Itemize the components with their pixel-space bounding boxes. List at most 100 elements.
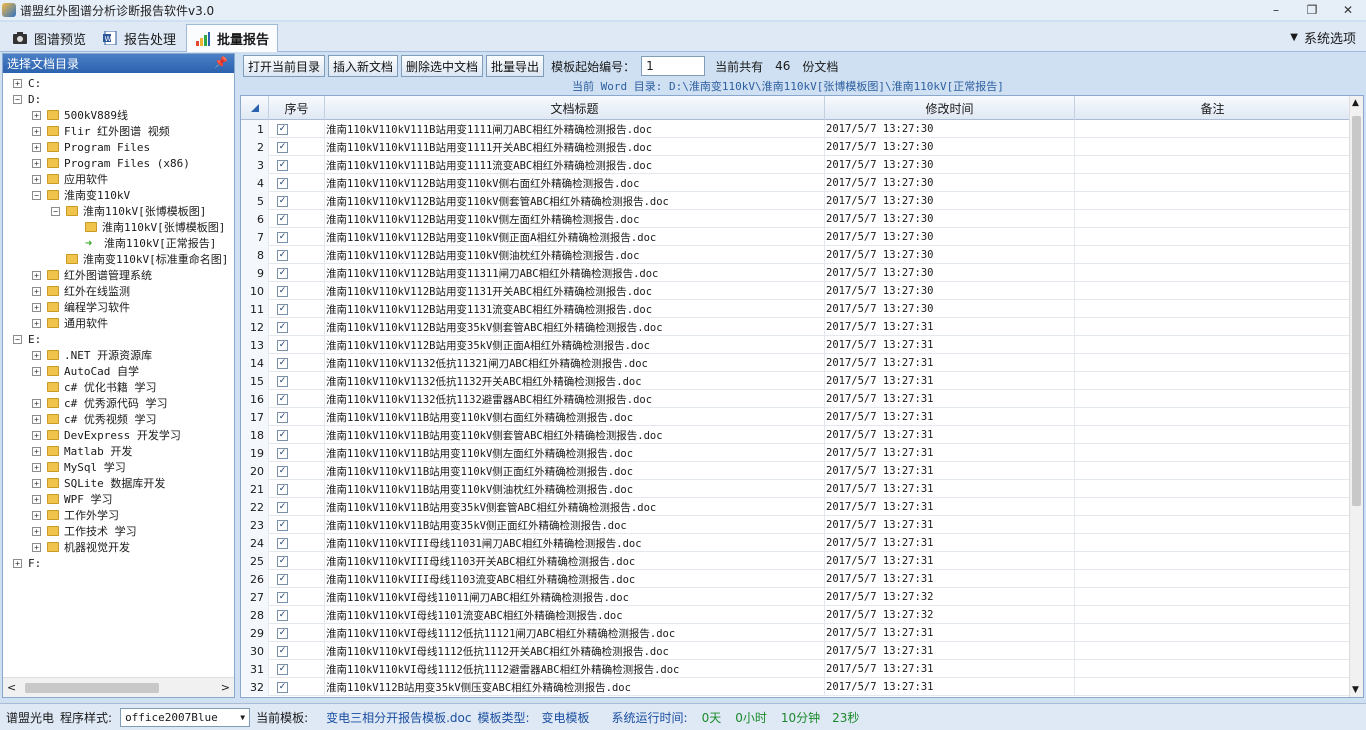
table-row[interactable]: 7 ✓ 淮南110kV110kV112B站用变110kV侧正面A相红外精确检测报告.… [241, 228, 1351, 246]
row-checkbox[interactable]: ✓ [277, 663, 288, 675]
document-title-cell[interactable]: 淮南110kV110kVIII母线11031闸刀ABC相红外精确检测报告.doc [325, 534, 825, 552]
table-row[interactable]: 4 ✓ 淮南110kV110kV112B站用变110kV侧右面红外精确检测报告.do… [241, 174, 1351, 192]
tree-node[interactable]: + F: [13, 555, 41, 571]
tree-node[interactable]: + c# 优秀源代码 学习 [32, 395, 168, 411]
header-modified[interactable]: 修改时间 [825, 96, 1075, 120]
expand-icon[interactable]: + [13, 558, 22, 568]
row-checkbox[interactable]: ✓ [277, 627, 288, 639]
header-title[interactable]: 文档标题 [325, 96, 825, 120]
document-title-cell[interactable]: 淮南110kV110kV111B站用变1111闸刀ABC相红外精确检测报告.do… [325, 120, 825, 138]
row-checkbox[interactable]: ✓ [277, 555, 288, 567]
row-checkbox[interactable]: ✓ [277, 519, 288, 531]
note-cell[interactable] [1075, 390, 1351, 408]
tree-node[interactable]: + AutoCad 自学 [32, 363, 139, 379]
table-row[interactable]: 11 ✓ 淮南110kV110kV112B站用变1131流变ABC相红外精确检测报告… [241, 300, 1351, 318]
document-title-cell[interactable]: 淮南110kV110kV112B站用变110kV侧油枕红外精确检测报告.doc [325, 246, 825, 264]
style-select[interactable]: office2007Blue ▼ [120, 707, 251, 727]
insert-document-button[interactable]: 插入新文档 [328, 55, 399, 77]
row-checkbox[interactable]: ✓ [277, 195, 288, 207]
row-checkbox[interactable]: ✓ [277, 645, 288, 657]
note-cell[interactable] [1075, 282, 1351, 300]
expand-icon[interactable]: + [32, 398, 41, 408]
row-checkbox[interactable]: ✓ [277, 285, 288, 297]
tree-node[interactable]: + 应用软件 [32, 171, 108, 187]
row-checkbox[interactable]: ✓ [277, 537, 288, 549]
tab-report-processing[interactable]: W 报告处理 [94, 24, 184, 52]
table-row[interactable]: 14 ✓ 淮南110kV110kV1132低抗11321闸刀ABC相红外精确检测报告… [241, 354, 1351, 372]
document-title-cell[interactable]: 淮南110kV110kVI母线1112低抗1112开关ABC相红外精确检测报告.… [325, 642, 825, 660]
row-checkbox[interactable]: ✓ [277, 447, 288, 459]
row-checkbox[interactable]: ✓ [277, 303, 288, 315]
document-title-cell[interactable]: 淮南110kV110kV112B站用变110kV侧正面A相红外精确检测报告.do… [325, 228, 825, 246]
note-cell[interactable] [1075, 156, 1351, 174]
tree-node[interactable]: + DevExpress 开发学习 [32, 427, 181, 443]
delete-document-button[interactable]: 删除选中文档 [401, 55, 484, 77]
minimize-button[interactable]: – [1258, 0, 1294, 20]
tree-node[interactable]: + c# 优秀视频 学习 [32, 411, 157, 427]
document-title-cell[interactable]: 淮南110kV110kVIII母线1103开关ABC相红外精确检测报告.doc [325, 552, 825, 570]
table-row[interactable]: 18 ✓ 淮南110kV110kV11B站用变110kV侧套管ABC相红外精确检测报… [241, 426, 1351, 444]
note-cell[interactable] [1075, 462, 1351, 480]
row-checkbox[interactable]: ✓ [277, 339, 288, 351]
row-checkbox[interactable]: ✓ [277, 321, 288, 333]
note-cell[interactable] [1075, 336, 1351, 354]
header-seq[interactable]: 序号 [269, 96, 325, 120]
expand-icon[interactable]: + [32, 526, 41, 536]
note-cell[interactable] [1075, 354, 1351, 372]
document-title-cell[interactable]: 淮南110kV110kV11B站用变110kV侧左面红外精确检测报告.doc [325, 444, 825, 462]
tree-node[interactable]: +500kV889线 [32, 107, 128, 123]
tree-node[interactable]: + .NET 开源资源库 [32, 347, 152, 363]
document-title-cell[interactable]: 淮南110kV110kV111B站用变1111开关ABC相红外精确检测报告.do… [325, 138, 825, 156]
tree-node[interactable]: + 工作外学习 [32, 507, 119, 523]
document-title-cell[interactable]: 淮南110kV110kV11B站用变110kV侧正面红外精确检测报告.doc [325, 462, 825, 480]
note-cell[interactable] [1075, 534, 1351, 552]
document-title-cell[interactable]: 淮南110kV110kV1132低抗1132开关ABC相红外精确检测报告.doc [325, 372, 825, 390]
tree-node[interactable]: + 红外图谱管理系统 [32, 267, 152, 283]
scroll-thumb[interactable] [1352, 116, 1361, 506]
table-row[interactable]: 20 ✓ 淮南110kV110kV11B站用变110kV侧正面红外精确检测报告.do… [241, 462, 1351, 480]
scroll-up-icon[interactable]: ▲ [1352, 98, 1359, 108]
expand-icon[interactable]: + [32, 510, 41, 520]
note-cell[interactable] [1075, 444, 1351, 462]
table-row[interactable]: 5 ✓ 淮南110kV110kV112B站用变110kV侧套管ABC相红外精确检测报… [241, 192, 1351, 210]
document-title-cell[interactable]: 淮南110kV110kV11B站用变110kV侧油枕红外精确检测报告.doc [325, 480, 825, 498]
table-row[interactable]: 26 ✓ 淮南110kV110kVIII母线1103流变ABC相红外精确检测报告.d… [241, 570, 1351, 588]
note-cell[interactable] [1075, 480, 1351, 498]
tree-node[interactable]: 淮南变110kV[标准重命名图] [51, 251, 228, 267]
document-title-cell[interactable]: 淮南110kV110kVI母线1101流变ABC相红外精确检测报告.doc [325, 606, 825, 624]
expand-icon[interactable]: + [32, 318, 41, 328]
note-cell[interactable] [1075, 228, 1351, 246]
expand-icon[interactable]: + [32, 302, 41, 312]
table-row[interactable]: 22 ✓ 淮南110kV110kV11B站用变35kV侧套管ABC相红外精确检测报告… [241, 498, 1351, 516]
header-note[interactable]: 备注 [1075, 96, 1351, 120]
tree-node[interactable]: + Program Files (x86) [32, 155, 190, 171]
table-row[interactable]: 16 ✓ 淮南110kV110kV1132低抗1132避雷器ABC相红外精确检测报告… [241, 390, 1351, 408]
document-title-cell[interactable]: 淮南110kV110kVI母线1112低抗11121闸刀ABC相红外精确检测报告… [325, 624, 825, 642]
grid-vertical-scrollbar[interactable]: ▲ ▼ [1349, 96, 1363, 697]
note-cell[interactable] [1075, 642, 1351, 660]
document-title-cell[interactable]: 淮南110kV110kVIII母线1103流变ABC相红外精确检测报告.doc [325, 570, 825, 588]
collapse-icon[interactable]: − [51, 206, 60, 216]
row-checkbox[interactable]: ✓ [277, 249, 288, 261]
grid-corner[interactable] [241, 96, 269, 120]
row-checkbox[interactable]: ✓ [277, 393, 288, 405]
note-cell[interactable] [1075, 264, 1351, 282]
document-title-cell[interactable]: 淮南110kV110kV112B站用变110kV侧套管ABC相红外精确检测报告.… [325, 192, 825, 210]
tree-node[interactable]: − E: [13, 331, 41, 347]
expand-icon[interactable]: + [13, 78, 22, 88]
document-title-cell[interactable]: 淮南110kV110kVI母线11011闸刀ABC相红外精确检测报告.doc [325, 588, 825, 606]
document-title-cell[interactable]: 淮南110kV110kV112B站用变11311闸刀ABC相红外精确检测报告.d… [325, 264, 825, 282]
expand-icon[interactable]: + [32, 414, 41, 424]
table-row[interactable]: 19 ✓ 淮南110kV110kV11B站用变110kV侧左面红外精确检测报告.do… [241, 444, 1351, 462]
expand-icon[interactable]: + [32, 174, 41, 184]
expand-icon[interactable]: + [32, 158, 41, 168]
tree-node[interactable]: c# 优化书籍 学习 [32, 379, 157, 395]
table-row[interactable]: 28 ✓ 淮南110kV110kVI母线1101流变ABC相红外精确检测报告.doc… [241, 606, 1351, 624]
tree-node[interactable]: + Flir 红外图谱 视频 [32, 123, 170, 139]
row-checkbox[interactable]: ✓ [277, 591, 288, 603]
close-button[interactable]: ✕ [1330, 0, 1366, 20]
table-row[interactable]: 1 ✓ 淮南110kV110kV111B站用变1111闸刀ABC相红外精确检测报告.… [241, 120, 1351, 138]
start-number-input[interactable]: 1 [641, 56, 706, 76]
expand-icon[interactable]: + [32, 286, 41, 296]
row-checkbox[interactable]: ✓ [277, 465, 288, 477]
